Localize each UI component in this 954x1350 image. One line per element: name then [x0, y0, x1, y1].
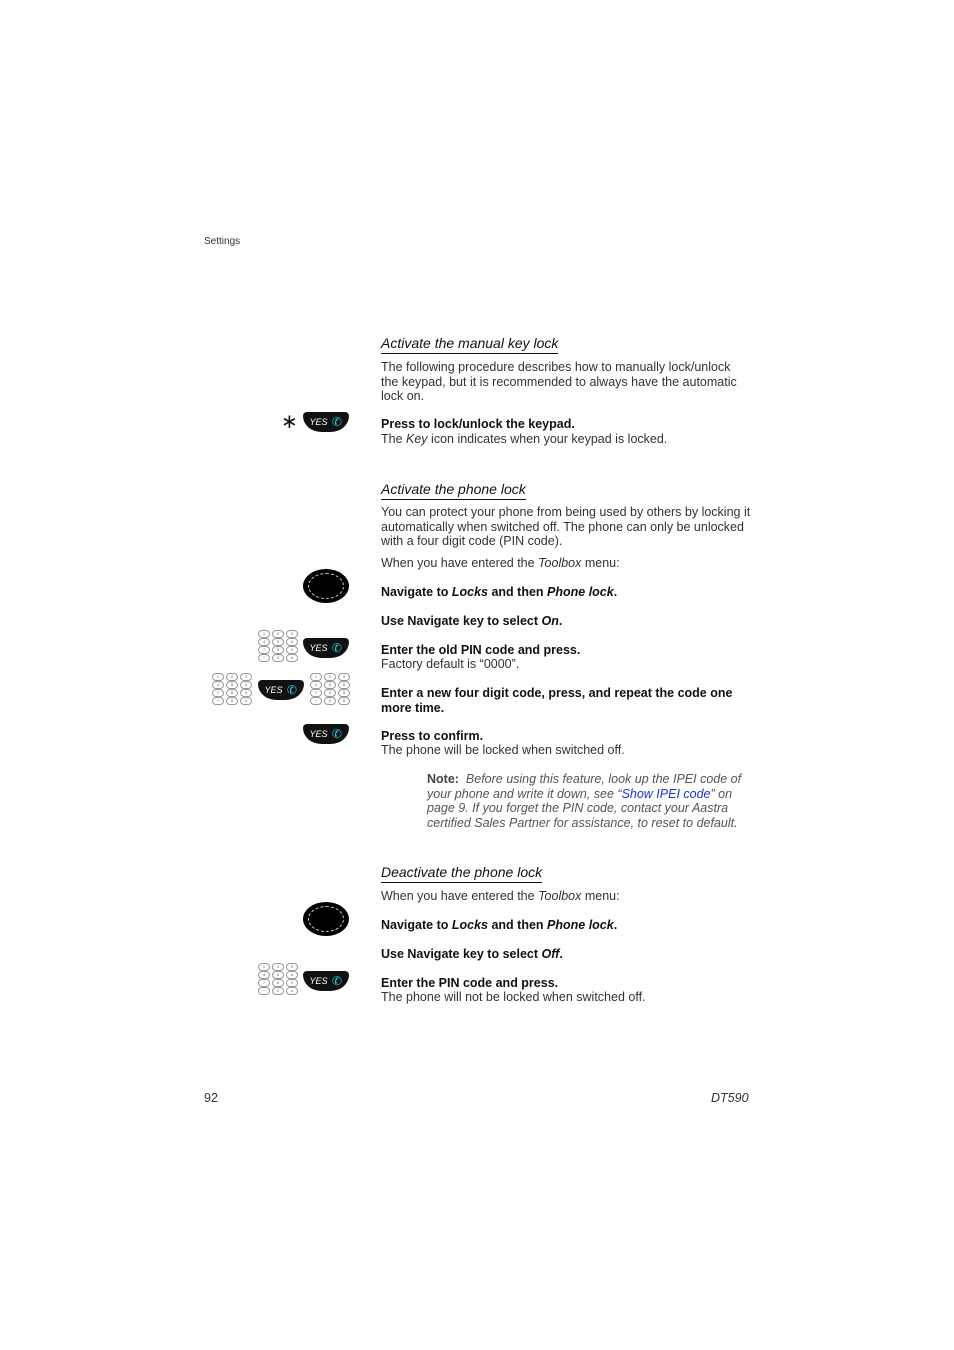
- phone-icon: ✆: [331, 726, 344, 742]
- yes-key-icon: YES ✆: [303, 724, 349, 744]
- keypad-key: 5: [272, 638, 284, 646]
- step-instruction: Enter the PIN code and press.: [381, 976, 559, 990]
- keypad-key: *: [310, 697, 322, 705]
- keypad-icon: 1 2 3 4 5 6 7 8 9 * 0 #: [212, 673, 252, 705]
- section-title-manual-key-lock: Activate the manual key lock: [381, 335, 559, 354]
- navigation-key-icon: [303, 569, 349, 603]
- keypad-key: 1: [258, 963, 270, 971]
- keypad-key: 3: [338, 673, 350, 681]
- keypad-key: 4: [258, 971, 270, 979]
- keypad-icon: 1 2 3 4 5 6 7 8 9 * 0 #: [258, 630, 298, 662]
- step-detail: The phone will not be locked when switch…: [381, 990, 646, 1004]
- keypad-key: 2: [272, 963, 284, 971]
- keypad-key: 9: [286, 646, 298, 654]
- keypad-key: 2: [324, 673, 336, 681]
- keypad-key: 3: [286, 963, 298, 971]
- section-title-activate-phone-lock: Activate the phone lock: [381, 481, 526, 500]
- keypad-key: 5: [226, 681, 238, 689]
- keypad-key: 2: [226, 673, 238, 681]
- keypad-key: 8: [272, 646, 284, 654]
- keypad-key: 8: [226, 689, 238, 697]
- keypad-icon: 1 2 3 4 5 6 7 8 9 * 0 #: [258, 963, 298, 995]
- yes-key-icon: YES ✆: [303, 971, 349, 991]
- keypad-key: 0: [272, 987, 284, 995]
- keypad-key: 6: [338, 681, 350, 689]
- section-intro: The following procedure describes how to…: [381, 360, 737, 403]
- step-instruction: Use Navigate key to select On.: [381, 614, 563, 628]
- note-label: Note:: [427, 772, 459, 786]
- keypad-key: 7: [310, 689, 322, 697]
- keypad-key: 2: [272, 630, 284, 638]
- keypad-key: 1: [212, 673, 224, 681]
- step-instruction: Enter the old PIN code and press.: [381, 643, 581, 657]
- keypad-key: 0: [226, 697, 238, 705]
- page-number: 92: [204, 1091, 218, 1105]
- step-instruction: Use Navigate key to select Off.: [381, 947, 563, 961]
- section-intro: You can protect your phone from being us…: [381, 505, 751, 548]
- keypad-key: 4: [258, 638, 270, 646]
- step-detail: Factory default is “0000”.: [381, 657, 520, 671]
- keypad-key: 6: [286, 638, 298, 646]
- phone-icon: ✆: [286, 682, 299, 698]
- yes-key-icon: YES ✆: [303, 638, 349, 658]
- yes-key-icon: YES ✆: [258, 680, 304, 700]
- keypad-key: 4: [310, 681, 322, 689]
- phone-icon: ✆: [331, 640, 344, 656]
- context-text: When you have entered the Toolbox menu:: [381, 889, 620, 903]
- running-header: Settings: [204, 236, 241, 247]
- section-title-deactivate-phone-lock: Deactivate the phone lock: [381, 864, 543, 883]
- keypad-key: *: [212, 697, 224, 705]
- step-instruction: Press to confirm.: [381, 729, 484, 743]
- note-block: Note: Before using this feature, look up…: [427, 772, 742, 830]
- step-instruction: Enter a new four digit code, press, and …: [381, 686, 733, 715]
- keypad-key: 6: [240, 681, 252, 689]
- phone-icon: ✆: [331, 414, 344, 430]
- keypad-key: 9: [286, 979, 298, 987]
- keypad-key: 7: [212, 689, 224, 697]
- keypad-key: 7: [258, 646, 270, 654]
- keypad-key: 3: [240, 673, 252, 681]
- keypad-key: 8: [272, 979, 284, 987]
- keypad-key: 5: [324, 681, 336, 689]
- keypad-key: #: [286, 987, 298, 995]
- keypad-key: 6: [286, 971, 298, 979]
- show-ipei-code-link[interactable]: Show IPEI code: [622, 787, 711, 801]
- step-detail: The Key icon indicates when your keypad …: [381, 432, 668, 446]
- yes-key-icon: YES ✆: [303, 412, 349, 432]
- keypad-key: #: [338, 697, 350, 705]
- context-text: When you have entered the Toolbox menu:: [381, 556, 620, 570]
- keypad-key: 4: [212, 681, 224, 689]
- keypad-key: 5: [272, 971, 284, 979]
- keypad-key: 9: [338, 689, 350, 697]
- keypad-key: 8: [324, 689, 336, 697]
- keypad-key: 7: [258, 979, 270, 987]
- step-instruction: Navigate to Locks and then Phone lock.: [381, 918, 618, 932]
- navigation-key-icon: [303, 902, 349, 936]
- keypad-key: *: [258, 987, 270, 995]
- keypad-key: 9: [240, 689, 252, 697]
- step-instruction: Navigate to Locks and then Phone lock.: [381, 585, 618, 599]
- keypad-key: 0: [324, 697, 336, 705]
- keypad-key: 3: [286, 630, 298, 638]
- phone-icon: ✆: [331, 973, 344, 989]
- keypad-key: 0: [272, 654, 284, 662]
- step-detail: The phone will be locked when switched o…: [381, 743, 625, 757]
- keypad-key: 1: [310, 673, 322, 681]
- keypad-key: *: [258, 654, 270, 662]
- keypad-key: #: [240, 697, 252, 705]
- keypad-key: 1: [258, 630, 270, 638]
- star-key-icon: ∗: [281, 411, 298, 433]
- model-name: DT590: [711, 1091, 749, 1105]
- keypad-icon: 1 2 3 4 5 6 7 8 9 * 0 #: [310, 673, 350, 705]
- keypad-key: #: [286, 654, 298, 662]
- step-instruction: Press to lock/unlock the keypad.: [381, 417, 575, 431]
